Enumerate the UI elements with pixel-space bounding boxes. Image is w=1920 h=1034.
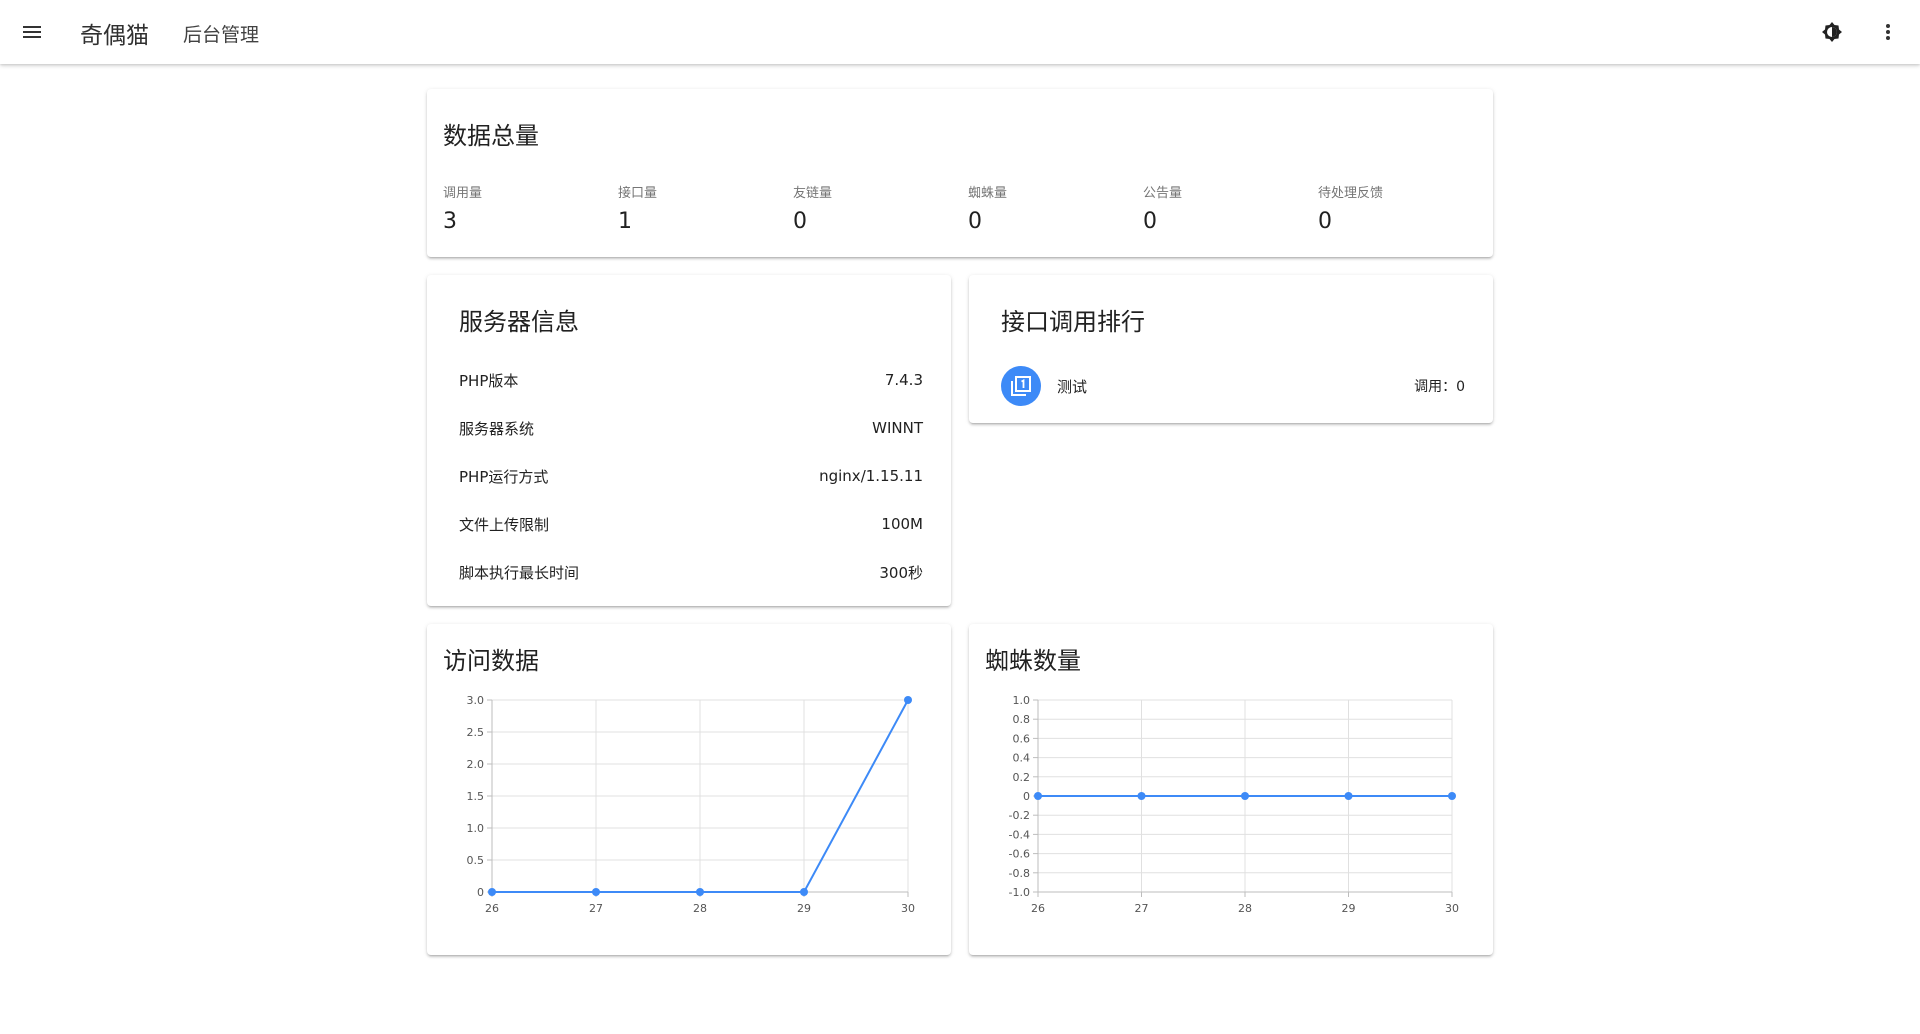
server-info-card: 服务器信息 PHP版本 7.4.3 服务器系统 WINNT PHP运行方式 ng…	[427, 275, 951, 606]
data-point[interactable]	[1241, 792, 1249, 800]
x-tick-label: 30	[901, 902, 915, 915]
y-tick-label: 0.2	[1013, 771, 1031, 784]
stat-value-feedback: 0	[1318, 209, 1332, 234]
info-row-os: 服务器系统 WINNT	[459, 416, 923, 440]
spiders-line-chart: -1.0 -0.8 -0.6 -0.4 -0.2 0 0.2 0.4 0.6 0.8 1.0 26 27…	[1009, 694, 1459, 915]
y-tick-label: 1.5	[467, 790, 485, 803]
x-tick-label: 29	[1342, 902, 1356, 915]
y-tick-label: 0.8	[1013, 713, 1031, 726]
api-ranking-card: 接口调用排行 测试 调用：0	[969, 275, 1493, 423]
stat-label-feedback: 待处理反馈	[1318, 186, 1384, 201]
data-point[interactable]	[696, 888, 704, 896]
x-tick-label: 26	[485, 902, 499, 915]
x-tick-label: 28	[693, 902, 707, 915]
y-tick-label: 1.0	[467, 822, 485, 835]
totals-card: 数据总量 调用量 3 接口量 1 友链量 0 蜘蛛量 0 公告量 0 待处理反馈…	[427, 89, 1493, 257]
y-tick-label: 1.0	[1013, 694, 1031, 707]
info-label: 服务器系统	[459, 419, 535, 438]
info-row-php-version: PHP版本 7.4.3	[459, 368, 923, 392]
stat-value-notices: 0	[1143, 209, 1157, 234]
menu-icon	[23, 26, 41, 38]
filter-1-icon	[1011, 376, 1031, 396]
visits-chart-card: 访问数据 0 0.5 1.0 1.5 2.0 2.5 3.0 26 27 28 29 30	[427, 624, 951, 955]
y-tick-label: -1.0	[1009, 886, 1030, 899]
rank-item-name: 测试	[1057, 377, 1088, 396]
y-tick-label: -0.2	[1009, 809, 1030, 822]
data-point[interactable]	[800, 888, 808, 896]
menu-button[interactable]	[12, 12, 52, 52]
y-tick-label: 0	[477, 886, 484, 899]
more-options-button[interactable]	[1868, 12, 1908, 52]
x-tick-label: 26	[1031, 902, 1045, 915]
brand-title[interactable]: 奇偶猫	[80, 16, 149, 50]
y-tick-label: 2.5	[467, 726, 485, 739]
theme-toggle-button[interactable]	[1812, 12, 1852, 52]
info-label: 脚本执行最长时间	[459, 563, 580, 582]
data-point[interactable]	[1137, 792, 1146, 800]
y-tick-label: 0.6	[1013, 732, 1031, 745]
y-tick-label: 0.4	[1013, 752, 1031, 765]
totals-title: 数据总量	[443, 122, 539, 150]
info-row-upload-limit: 文件上传限制 100M	[459, 512, 923, 536]
stat-value-calls: 3	[443, 209, 457, 234]
server-info-title: 服务器信息	[459, 308, 579, 336]
page-subtitle: 后台管理	[183, 24, 260, 46]
app-bar: 奇偶猫 后台管理	[0, 0, 1920, 64]
info-value: WINNT	[872, 419, 923, 437]
stat-label-calls: 调用量	[443, 186, 483, 201]
info-value: 100M	[881, 515, 923, 533]
info-row-php-mode: PHP运行方式 nginx/1.15.11	[459, 464, 923, 488]
stat-value-spiders: 0	[968, 209, 982, 234]
y-tick-label: 0	[1023, 790, 1030, 803]
data-point[interactable]	[1034, 792, 1042, 800]
visits-line-chart: 0 0.5 1.0 1.5 2.0 2.5 3.0 26 27 28 29 30	[467, 694, 916, 915]
y-tick-label: 2.0	[467, 758, 485, 771]
info-value: 300秒	[879, 563, 923, 582]
x-tick-label: 28	[1238, 902, 1252, 915]
stat-value-links: 0	[793, 209, 807, 234]
stat-value-apis: 1	[618, 209, 632, 234]
x-tick-label: 29	[797, 902, 811, 915]
stat-label-apis: 接口量	[618, 186, 658, 201]
y-tick-label: 0.5	[467, 854, 485, 867]
y-tick-label: -0.8	[1009, 867, 1030, 880]
y-tick-label: 3.0	[467, 694, 485, 707]
data-point[interactable]	[1448, 792, 1456, 800]
info-value: nginx/1.15.11	[819, 467, 923, 485]
more-vert-icon	[1886, 24, 1890, 40]
info-label: PHP版本	[459, 371, 519, 390]
info-row-max-exec-time: 脚本执行最长时间 300秒	[459, 560, 923, 584]
avatar	[1001, 366, 1041, 406]
x-tick-label: 27	[589, 902, 603, 915]
data-point[interactable]	[904, 696, 912, 704]
info-label: PHP运行方式	[459, 467, 549, 486]
spiders-chart-card: 蜘蛛数量 -1.0 -0.8 -0.6 -0.4 -0.2 0 0.2 0.4 0.6 0.8 1.…	[969, 624, 1493, 955]
info-value: 7.4.3	[884, 371, 923, 389]
info-label: 文件上传限制	[459, 515, 550, 534]
rank-item-count: 调用：0	[1414, 379, 1465, 395]
data-point[interactable]	[488, 888, 496, 896]
list-item[interactable]: 测试 调用：0	[1001, 365, 1465, 407]
x-tick-label: 30	[1445, 902, 1459, 915]
stat-label-notices: 公告量	[1143, 186, 1183, 201]
stat-label-links: 友链量	[793, 186, 833, 201]
brightness-icon	[1822, 22, 1842, 42]
api-ranking-title: 接口调用排行	[1001, 308, 1145, 336]
stat-label-spiders: 蜘蛛量	[968, 186, 1008, 201]
y-tick-label: -0.6	[1009, 848, 1030, 861]
x-tick-label: 27	[1135, 902, 1149, 915]
data-point[interactable]	[592, 888, 600, 896]
y-tick-label: -0.4	[1009, 828, 1030, 841]
data-point[interactable]	[1344, 792, 1353, 800]
